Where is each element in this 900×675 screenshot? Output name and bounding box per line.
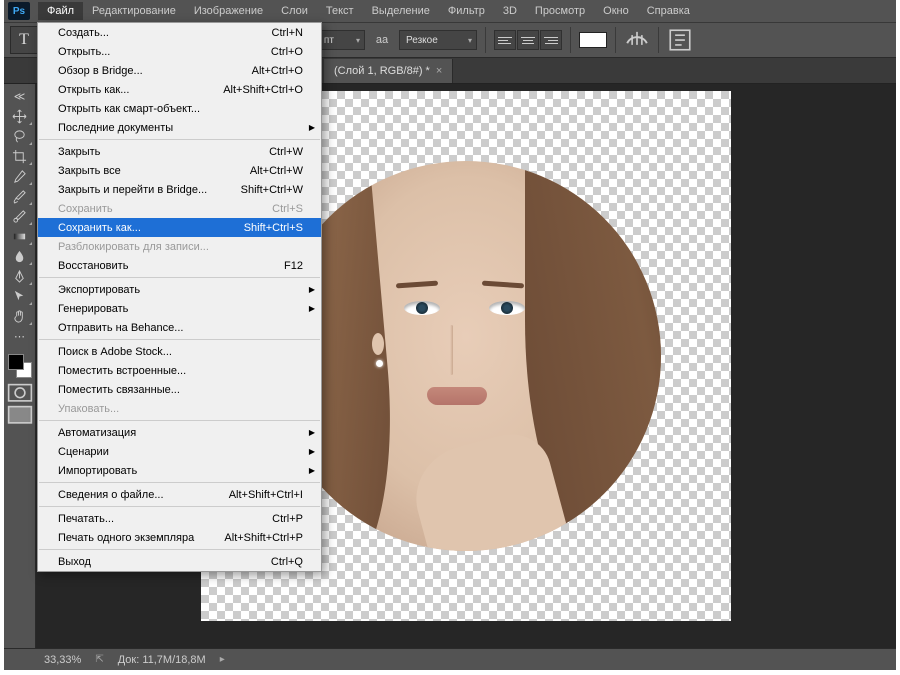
eyedropper-tool-icon[interactable]	[7, 166, 33, 186]
tools-panel: ≪ ⋯	[4, 84, 36, 648]
menu-выделение[interactable]: Выделение	[363, 2, 439, 20]
gradient-tool-icon[interactable]	[7, 226, 33, 246]
lasso-tool-icon[interactable]	[7, 126, 33, 146]
blur-tool-icon[interactable]	[7, 246, 33, 266]
menu-separator	[39, 549, 320, 550]
menu-item: Разблокировать для записи...	[38, 237, 321, 256]
menu-просмотр[interactable]: Просмотр	[526, 2, 594, 20]
more-tools-icon[interactable]: ⋯	[7, 326, 33, 346]
menu-изображение[interactable]: Изображение	[185, 2, 272, 20]
menu-item[interactable]: Сценарии▶	[38, 442, 321, 461]
menu-item[interactable]: Последние документы▶	[38, 118, 321, 137]
fg-color-swatch[interactable]	[8, 354, 24, 370]
menu-item[interactable]: Экспортировать▶	[38, 280, 321, 299]
align-right-button[interactable]	[540, 30, 562, 50]
submenu-arrow-icon: ▶	[309, 428, 315, 437]
menu-separator	[39, 339, 320, 340]
menu-слои[interactable]: Слои	[272, 2, 317, 20]
chevron-right-icon[interactable]: ▸	[220, 654, 225, 665]
menu-separator	[39, 139, 320, 140]
quickmask-icon[interactable]	[7, 384, 33, 402]
menu-item[interactable]: Сведения о файле...Alt+Shift+Ctrl+I	[38, 485, 321, 504]
align-left-button[interactable]	[494, 30, 516, 50]
menu-item[interactable]: ВосстановитьF12	[38, 256, 321, 275]
warp-text-icon[interactable]	[624, 29, 650, 51]
menu-item[interactable]: Закрыть всеAlt+Ctrl+W	[38, 161, 321, 180]
export-icon[interactable]: ⇱	[95, 654, 103, 665]
menu-справка[interactable]: Справка	[638, 2, 699, 20]
menu-item[interactable]: Отправить на Behance...	[38, 318, 321, 337]
menu-item[interactable]: ВыходCtrl+Q	[38, 552, 321, 571]
brush-tool-icon[interactable]	[7, 186, 33, 206]
menu-item[interactable]: Открыть как смарт-объект...	[38, 99, 321, 118]
menu-item[interactable]: Обзор в Bridge...Alt+Ctrl+O	[38, 61, 321, 80]
menu-item[interactable]: Печатать...Ctrl+P	[38, 509, 321, 528]
separator	[615, 27, 616, 53]
history-brush-tool-icon[interactable]	[7, 206, 33, 226]
crop-tool-icon[interactable]	[7, 146, 33, 166]
text-color-swatch[interactable]	[579, 32, 607, 48]
submenu-arrow-icon: ▶	[309, 447, 315, 456]
menu-3d[interactable]: 3D	[494, 2, 526, 20]
separator	[658, 27, 659, 53]
active-tool-icon[interactable]: T	[10, 26, 38, 54]
menu-item[interactable]: Поместить встроенные...	[38, 361, 321, 380]
menu-редактирование[interactable]: Редактирование	[83, 2, 185, 20]
move-tool-icon[interactable]	[7, 106, 33, 126]
close-icon[interactable]: ×	[436, 65, 442, 77]
document-tab-label: (Слой 1, RGB/8#) *	[334, 65, 430, 77]
screenmode-icon[interactable]	[7, 406, 33, 424]
menu-item[interactable]: Импортировать▶	[38, 461, 321, 480]
menu-item[interactable]: Поместить связанные...	[38, 380, 321, 399]
antialias-select[interactable]: Резкое	[399, 30, 477, 50]
menu-item: Упаковать...	[38, 399, 321, 418]
hand-tool-icon[interactable]	[7, 306, 33, 326]
menu-окно[interactable]: Окно	[594, 2, 638, 20]
submenu-arrow-icon: ▶	[309, 123, 315, 132]
submenu-arrow-icon: ▶	[309, 285, 315, 294]
status-bar: 33,33% ⇱ Док: 11,7M/18,8M ▸	[4, 648, 896, 670]
pen-tool-icon[interactable]	[7, 266, 33, 286]
menu-separator	[39, 420, 320, 421]
submenu-arrow-icon: ▶	[309, 304, 315, 313]
file-menu-dropdown: Создать...Ctrl+NОткрыть...Ctrl+OОбзор в …	[37, 22, 322, 572]
menu-separator	[39, 506, 320, 507]
submenu-arrow-icon: ▶	[309, 466, 315, 475]
menu-текст[interactable]: Текст	[317, 2, 363, 20]
character-panel-icon[interactable]	[667, 29, 693, 51]
separator	[485, 27, 486, 53]
menu-item[interactable]: Печать одного экземпляраAlt+Shift+Ctrl+P	[38, 528, 321, 547]
app-logo-icon: Ps	[8, 2, 30, 20]
menu-item[interactable]: Поиск в Adobe Stock...	[38, 342, 321, 361]
menu-item: СохранитьCtrl+S	[38, 199, 321, 218]
zoom-level[interactable]: 33,33%	[44, 654, 81, 666]
menu-фильтр[interactable]: Фильтр	[439, 2, 494, 20]
menu-item[interactable]: Генерировать▶	[38, 299, 321, 318]
menu-item[interactable]: Открыть...Ctrl+O	[38, 42, 321, 61]
menu-item[interactable]: Автоматизация▶	[38, 423, 321, 442]
menu-separator	[39, 482, 320, 483]
document-tab[interactable]: (Слой 1, RGB/8#) * ×	[324, 59, 453, 83]
align-center-button[interactable]	[517, 30, 539, 50]
antialias-icon: aa	[369, 29, 395, 51]
text-align-group	[494, 30, 562, 50]
menu-separator	[39, 277, 320, 278]
menu-item[interactable]: Сохранить как...Shift+Ctrl+S	[38, 218, 321, 237]
path-select-tool-icon[interactable]	[7, 286, 33, 306]
collapse-icon[interactable]: ≪	[7, 86, 33, 106]
menu-item[interactable]: Создать...Ctrl+N	[38, 23, 321, 42]
menu-item[interactable]: ЗакрытьCtrl+W	[38, 142, 321, 161]
separator	[570, 27, 571, 53]
menu-item[interactable]: Закрыть и перейти в Bridge...Shift+Ctrl+…	[38, 180, 321, 199]
menubar: Ps ФайлРедактированиеИзображениеСлоиТекс…	[4, 0, 896, 22]
menu-файл[interactable]: Файл	[38, 2, 83, 20]
menu-item[interactable]: Открыть как...Alt+Shift+Ctrl+O	[38, 80, 321, 99]
doc-size-label: Док: 11,7M/18,8M	[118, 654, 206, 666]
photo-circle	[271, 161, 661, 551]
color-swatches[interactable]	[6, 352, 34, 380]
